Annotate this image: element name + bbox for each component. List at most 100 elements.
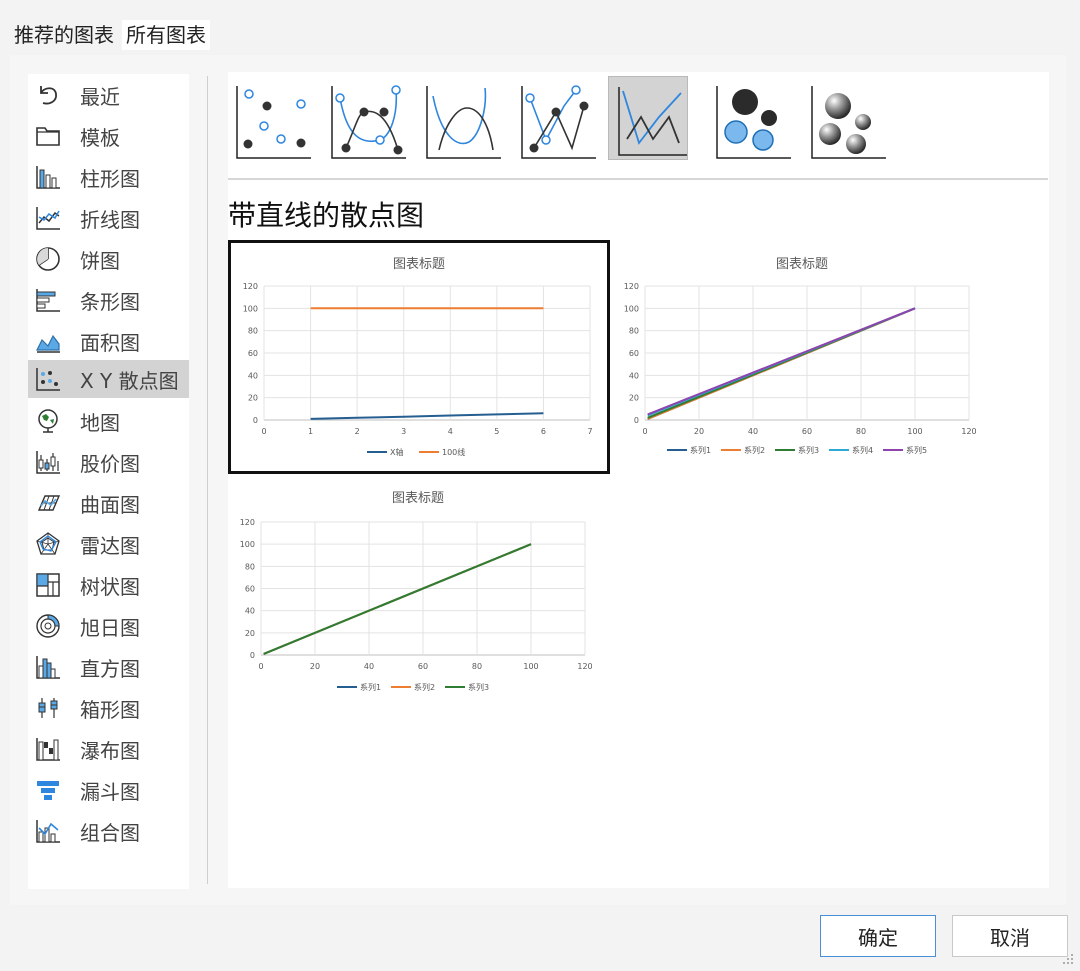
folder-icon (33, 121, 63, 151)
x-tick-label: 40 (364, 662, 374, 671)
tab-all-charts[interactable]: 所有图表 (122, 20, 210, 50)
chart-preview-2[interactable]: 图表标题 0 20 40 60 80 100 120 0 20 40 60 80 100 120 系列1 系列2… (617, 244, 987, 472)
x-tick-label: 120 (577, 662, 592, 671)
sidebar-item-map[interactable]: 地图 (28, 402, 189, 440)
y-tick-label: 20 (245, 629, 255, 638)
legend-label: 100线 (442, 447, 465, 457)
bar-chart-icon (33, 285, 63, 315)
pie-chart-icon (33, 244, 63, 274)
sidebar-item-label: 地图 (80, 410, 120, 435)
sidebar-item-label: 漏斗图 (80, 779, 140, 804)
subtype-scatter-smooth-lines-markers[interactable] (328, 76, 408, 160)
sidebar-item-area[interactable]: 面积图 (28, 322, 189, 360)
combo-chart-icon (33, 816, 63, 846)
sidebar-item-line[interactable]: 折线图 (28, 199, 189, 237)
legend-label: 系列1 (360, 682, 381, 692)
legend-label: 系列2 (744, 445, 765, 455)
sidebar-item-label: 曲面图 (80, 492, 140, 517)
y-tick-label: 60 (245, 585, 255, 594)
legend-label: 系列5 (906, 445, 927, 455)
x-tick-label: 60 (418, 662, 428, 671)
x-tick-label: 0 (642, 427, 647, 436)
sidebar-item-box-whisker[interactable]: 箱形图 (28, 689, 189, 727)
series-line (647, 307, 916, 416)
chart-title: 图表标题 (392, 491, 444, 506)
chart-preview-1[interactable]: 图表标题 0 20 40 60 80 100 120 0 1 2 3 4 5 6 7 X轴 100线 (228, 240, 610, 474)
chart-preview-svg: 图表标题 0 20 40 60 80 100 120 0 1 2 3 4 5 6 7 X轴 100线 (243, 257, 593, 457)
y-tick-label: 20 (248, 394, 258, 403)
sidebar-item-recent[interactable]: 最近 (28, 76, 189, 114)
x-tick-label: 1 (308, 427, 313, 436)
subtype-bubble-3d[interactable] (808, 76, 888, 160)
sidebar-item-label: 折线图 (80, 207, 140, 232)
scatter-straight-lines-icon (618, 87, 691, 156)
series-line (310, 412, 544, 420)
ok-button[interactable]: 确定 (820, 915, 936, 957)
x-tick-label: 6 (541, 427, 546, 436)
sidebar-item-label: 组合图 (80, 820, 140, 845)
y-tick-label: 40 (248, 371, 258, 380)
y-tick-label: 120 (624, 282, 639, 291)
subtype-title: 带直线的散点图 (228, 199, 425, 232)
sidebar-item-label: 瀑布图 (80, 738, 140, 763)
sidebar-item-stock[interactable]: 股价图 (28, 443, 189, 481)
area-chart-icon (33, 326, 63, 356)
sidebar-item-treemap[interactable]: 树状图 (28, 566, 189, 604)
series-line (263, 543, 532, 655)
sidebar-item-label: X Y 散点图 (80, 368, 179, 393)
sidebar-item-bar[interactable]: 条形图 (28, 281, 189, 319)
subtype-scatter-straight-lines[interactable] (608, 76, 691, 160)
box-whisker-icon (33, 693, 63, 723)
undo-icon (33, 80, 63, 110)
x-tick-label: 80 (472, 662, 482, 671)
subtype-scatter-straight-lines-markers[interactable] (518, 76, 598, 160)
subtype-bubble[interactable] (713, 76, 793, 160)
subtype-scatter-smooth-lines[interactable] (423, 76, 503, 160)
y-tick-label: 100 (243, 304, 258, 313)
sidebar-item-sunburst[interactable]: 旭日图 (28, 607, 189, 645)
y-tick-label: 0 (634, 416, 639, 425)
y-tick-label: 80 (245, 562, 255, 571)
sidebar-item-label: 条形图 (80, 289, 140, 314)
sidebar-item-funnel[interactable]: 漏斗图 (28, 771, 189, 809)
chart-preview-3[interactable]: 图表标题 0 20 40 60 80 100 120 0 20 40 60 80 100 120 系列1 系列2… (233, 482, 603, 702)
waterfall-icon (33, 734, 63, 764)
sidebar-item-waterfall[interactable]: 瀑布图 (28, 730, 189, 768)
sidebar-item-pie[interactable]: 饼图 (28, 240, 189, 278)
x-tick-label: 0 (261, 427, 266, 436)
sidebar-item-radar[interactable]: 雷达图 (28, 525, 189, 563)
y-tick-label: 80 (248, 327, 258, 336)
x-tick-label: 80 (856, 427, 866, 436)
sidebar-item-combo[interactable]: 组合图 (28, 812, 189, 850)
scatter-smooth-lines-icon (426, 86, 501, 159)
bubble-3d-icon (811, 86, 886, 159)
x-tick-label: 60 (802, 427, 812, 436)
x-tick-label: 4 (448, 427, 453, 436)
cancel-button[interactable]: 取消 (952, 915, 1068, 957)
subtype-scatter[interactable] (233, 76, 313, 160)
sidebar-item-label: 箱形图 (80, 697, 140, 722)
legend-label: 系列3 (798, 445, 819, 455)
sidebar-item-surface[interactable]: 曲面图 (28, 484, 189, 522)
x-tick-label: 3 (401, 427, 406, 436)
legend-label: 系列4 (852, 445, 873, 455)
sidebar-item-label: 股价图 (80, 451, 140, 476)
x-tick-label: 100 (907, 427, 922, 436)
chart-preview-svg: 图表标题 0 20 40 60 80 100 120 0 20 40 60 80 100 120 系列1 系列2… (240, 491, 593, 692)
x-tick-label: 120 (961, 427, 976, 436)
x-tick-label: 5 (494, 427, 499, 436)
resize-grip-icon[interactable] (1060, 951, 1074, 965)
sidebar-item-label: 直方图 (80, 656, 140, 681)
x-tick-label: 0 (258, 662, 263, 671)
y-tick-label: 20 (629, 394, 639, 403)
x-tick-label: 20 (694, 427, 704, 436)
tab-recommended-charts[interactable]: 推荐的图表 (10, 20, 118, 50)
sidebar-item-histogram[interactable]: 直方图 (28, 648, 189, 686)
sidebar-item-column[interactable]: 柱形图 (28, 158, 189, 196)
sidebar-item-xy-scatter[interactable]: X Y 散点图 (28, 360, 189, 398)
x-tick-label: 7 (587, 427, 592, 436)
treemap-icon (33, 570, 63, 600)
histogram-icon (33, 652, 63, 682)
sidebar-item-label: 旭日图 (80, 615, 140, 640)
sidebar-item-templates[interactable]: 模板 (28, 117, 189, 155)
